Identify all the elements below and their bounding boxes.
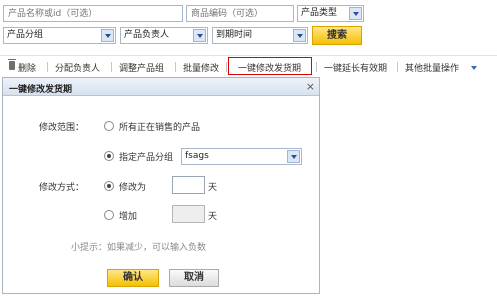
set-days-input[interactable] — [172, 176, 205, 194]
method-add-radio[interactable] — [104, 210, 114, 220]
method-set-radio[interactable] — [104, 181, 114, 191]
toolbar-more-batch[interactable]: 其他批量操作 — [405, 61, 459, 74]
group-select-value: fsags — [185, 151, 209, 161]
dialog-title: 一键修改发货期 — [9, 85, 73, 95]
hint-text: 小提示：如果减少，可以输入负数 — [71, 243, 207, 253]
chevron-down-icon — [287, 150, 300, 163]
method-set-label[interactable]: 修改为 — [119, 180, 146, 193]
scope-all-radio[interactable] — [104, 121, 114, 131]
method-add-label[interactable]: 增加 — [119, 209, 137, 222]
trash-icon — [8, 59, 16, 70]
scope-group-label[interactable]: 指定产品分组 — [119, 150, 173, 163]
product-type-select[interactable]: 产品类型 — [297, 5, 364, 22]
product-name-input[interactable] — [3, 5, 183, 22]
chevron-down-icon — [349, 7, 362, 20]
toolbar-divider — [316, 62, 317, 72]
chevron-down-icon — [101, 29, 114, 42]
cancel-button[interactable]: 取消 — [169, 269, 219, 287]
scope-all-label[interactable]: 所有正在销售的产品 — [119, 120, 200, 133]
product-group-select[interactable]: 产品分组 — [3, 27, 116, 44]
day-unit-label: 天 — [208, 212, 218, 222]
toolbar-edit-delivery-period[interactable]: 一键修改发货期 — [238, 61, 301, 74]
close-icon[interactable]: × — [306, 80, 315, 93]
product-owner-label: 产品负责人 — [124, 30, 170, 40]
product-group-label: 产品分组 — [7, 30, 44, 40]
product-type-label: 产品类型 — [301, 8, 338, 18]
toolbar-adjust-group[interactable]: 调整产品组 — [119, 61, 164, 74]
expire-time-select[interactable]: 到期时间 — [212, 27, 308, 44]
toolbar-delete[interactable]: 删除 — [18, 61, 36, 74]
dialog-header: 一键修改发货期 × — [3, 78, 319, 96]
group-select[interactable]: fsags — [181, 148, 302, 165]
scope-label: 修改范围： — [39, 123, 85, 133]
toolbar-batch-edit[interactable]: 批量修改 — [183, 61, 219, 74]
toolbar-assign-owner[interactable]: 分配负责人 — [55, 61, 100, 74]
batch-toolbar: 删除 分配负责人 调整产品组 批量修改 一键修改发货期 一键延长有效期 其他批量… — [0, 55, 497, 75]
chevron-down-icon[interactable] — [471, 66, 477, 70]
toolbar-divider — [111, 62, 112, 72]
toolbar-divider — [397, 62, 398, 72]
expire-time-label: 到期时间 — [216, 30, 253, 40]
day-unit-label: 天 — [208, 183, 218, 193]
toolbar-divider — [226, 62, 227, 72]
product-owner-select[interactable]: 产品负责人 — [120, 27, 208, 44]
toolbar-divider — [47, 62, 48, 72]
add-days-input[interactable] — [172, 205, 205, 223]
product-code-input[interactable] — [186, 5, 294, 22]
scope-group-radio[interactable] — [104, 151, 114, 161]
toolbar-divider — [175, 62, 176, 72]
search-button[interactable]: 搜索 — [312, 26, 362, 45]
toolbar-extend-validity[interactable]: 一键延长有效期 — [324, 61, 387, 74]
chevron-down-icon — [193, 29, 206, 42]
method-label: 修改方式： — [39, 183, 85, 193]
confirm-button[interactable]: 确认 — [107, 269, 159, 287]
edit-delivery-dialog: 一键修改发货期 × 修改范围： 所有正在销售的产品 指定产品分组 fsags 修… — [2, 77, 320, 294]
chevron-down-icon — [293, 29, 306, 42]
